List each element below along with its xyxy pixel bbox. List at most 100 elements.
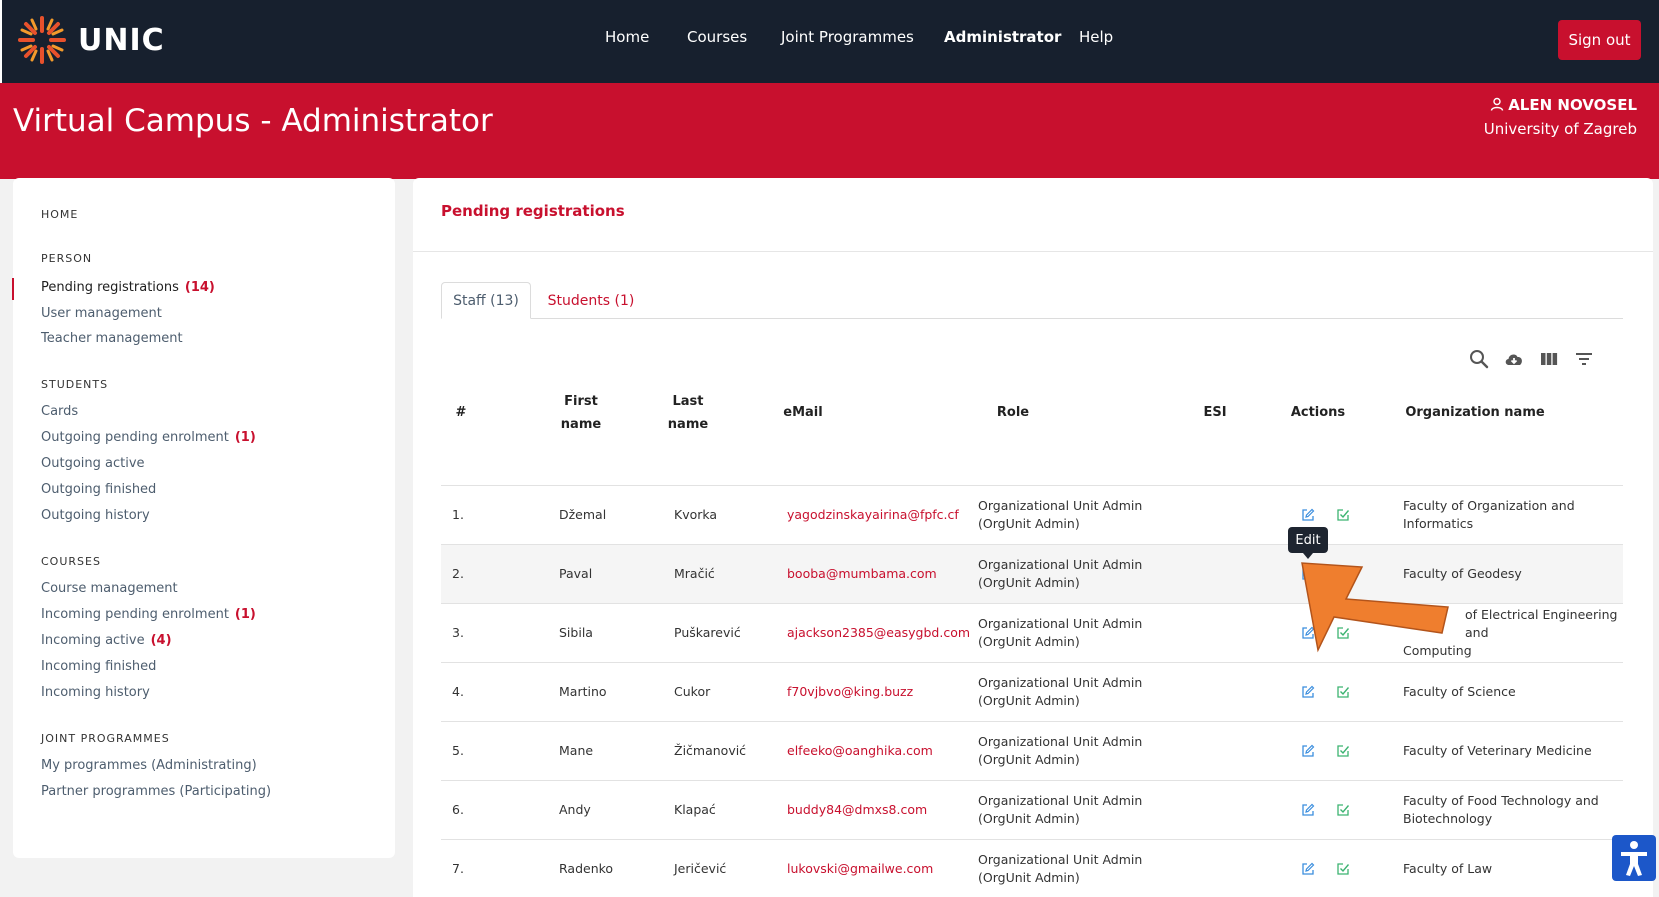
approve-icon[interactable] — [1336, 508, 1350, 522]
cell-email[interactable]: lukovski@gmailwe.com — [787, 840, 933, 897]
sidebar-heading-courses: COURSES — [41, 555, 101, 568]
approve-icon[interactable] — [1336, 803, 1350, 817]
nav-joint-programmes[interactable]: Joint Programmes — [781, 28, 914, 46]
sidebar-item-outgoing-history[interactable]: Outgoing history — [41, 508, 150, 523]
cell-last-name: Klapać — [674, 802, 716, 817]
sidebar-item-incoming-finished[interactable]: Incoming finished — [41, 659, 156, 674]
cell-role: Organizational Unit Admin (OrgUnit Admin) — [978, 722, 1142, 780]
cell-role: Organizational Unit Admin (OrgUnit Admin) — [978, 545, 1142, 603]
edit-icon[interactable] — [1301, 862, 1315, 876]
count-badge: (4) — [150, 633, 172, 648]
column-header-organization-name[interactable]: Organization name — [1405, 401, 1545, 424]
search-icon[interactable] — [1468, 348, 1490, 370]
approve-icon[interactable] — [1336, 685, 1350, 699]
table-row: 6. Andy Klapać buddy84@dmxs8.com Organiz… — [441, 780, 1623, 839]
sidebar-item-cards[interactable]: Cards — [41, 404, 78, 419]
sign-out-button[interactable]: Sign out — [1558, 20, 1641, 60]
main-panel: Pending registrations Staff (13) Student… — [413, 178, 1653, 897]
sidebar-item-course-management[interactable]: Course management — [41, 581, 178, 596]
brand-name: UNIC — [78, 22, 165, 58]
edit-icon[interactable] — [1301, 685, 1315, 699]
org-line: Faculty of Science — [1403, 684, 1516, 699]
cell-role: Organizational Unit Admin (OrgUnit Admin) — [978, 604, 1142, 662]
cell-email[interactable]: booba@mumbama.com — [787, 545, 937, 603]
sidebar-item-outgoing-pending-enrolment[interactable]: Outgoing pending enrolment (1) — [41, 430, 256, 445]
unic-logo-icon — [18, 16, 66, 64]
cell-first-name: Sibila — [559, 625, 593, 640]
table-row: 4. Martino Cukor f70vjbvo@king.buzz Orga… — [441, 662, 1623, 721]
filter-icon[interactable] — [1573, 348, 1595, 370]
header-line: name — [560, 417, 602, 432]
page-header: Virtual Campus - Administrator ALEN NOVO… — [0, 83, 1659, 179]
role-line: Organizational Unit Admin — [978, 734, 1143, 749]
column-header-role[interactable]: Role — [983, 401, 1043, 424]
divider — [413, 251, 1653, 252]
edit-icon[interactable] — [1301, 744, 1315, 758]
org-line: Faculty of Veterinary Medicine — [1403, 743, 1592, 758]
approve-icon[interactable] — [1336, 744, 1350, 758]
column-header-esi[interactable]: ESI — [1195, 401, 1235, 424]
cell-email[interactable]: yagodzinskayairina@fpfc.cf — [787, 486, 959, 544]
cell-first-name: Paval — [559, 566, 593, 581]
sidebar-item-incoming-pending-enrolment[interactable]: Incoming pending enrolment (1) — [41, 607, 256, 622]
sidebar-item-incoming-history[interactable]: Incoming history — [41, 685, 150, 700]
cell-email[interactable]: f70vjbvo@king.buzz — [787, 663, 913, 721]
sidebar-heading-joint-programmes: JOINT PROGRAMMES — [41, 732, 170, 745]
sidebar-item-partner-programmes[interactable]: Partner programmes (Participating) — [41, 784, 271, 799]
columns-icon[interactable] — [1538, 348, 1560, 370]
tab-staff[interactable]: Staff (13) — [441, 282, 531, 319]
cell-email[interactable]: ajackson2385@easygbd.com — [787, 604, 970, 662]
edit-icon[interactable] — [1301, 803, 1315, 817]
sidebar-item-outgoing-active[interactable]: Outgoing active — [41, 456, 145, 471]
org-line: Faculty of Food Technology and — [1403, 793, 1599, 808]
cell-role: Organizational Unit Admin (OrgUnit Admin) — [978, 663, 1142, 721]
sidebar-item-teacher-management[interactable]: Teacher management — [41, 331, 183, 346]
cell-organization: Faculty of Science — [1403, 663, 1516, 721]
sidebar-home[interactable]: HOME — [41, 208, 78, 221]
org-line: Biotechnology — [1403, 811, 1493, 826]
user-info[interactable]: ALEN NOVOSEL University of Zagreb — [1484, 93, 1637, 141]
nav-administrator[interactable]: Administrator — [944, 28, 1061, 46]
role-line: (OrgUnit Admin) — [978, 811, 1080, 826]
column-header-first-name[interactable]: First name — [541, 390, 621, 436]
column-header-email[interactable]: eMail — [773, 401, 833, 424]
user-name: ALEN NOVOSEL — [1508, 96, 1637, 114]
sidebar-item-label: Pending registrations — [41, 280, 179, 295]
tab-students[interactable]: Students (1) — [541, 282, 641, 319]
nav-courses[interactable]: Courses — [687, 28, 747, 46]
sidebar-item-my-programmes[interactable]: My programmes (Administrating) — [41, 758, 257, 773]
cell-number: 3. — [452, 625, 464, 640]
sidebar-item-user-management[interactable]: User management — [41, 306, 162, 321]
cell-number: 7. — [452, 861, 464, 876]
sidebar-item-incoming-active[interactable]: Incoming active (4) — [41, 633, 172, 648]
cell-role: Organizational Unit Admin (OrgUnit Admin) — [978, 486, 1142, 544]
cell-organization: Faculty of Veterinary Medicine — [1403, 722, 1592, 780]
role-line: Organizational Unit Admin — [978, 616, 1143, 631]
edit-icon[interactable] — [1301, 508, 1315, 522]
accessibility-button[interactable] — [1612, 835, 1656, 881]
column-header-last-name[interactable]: Last name — [653, 390, 723, 436]
sidebar-item-pending-registrations[interactable]: Pending registrations (14) — [41, 280, 215, 295]
approve-icon[interactable] — [1336, 862, 1350, 876]
cell-email[interactable]: elfeeko@oanghika.com — [787, 722, 933, 780]
header-line: Last — [672, 394, 704, 409]
org-line: Faculty of Organization and — [1403, 498, 1575, 513]
pointer-arrow-icon — [1301, 562, 1449, 653]
role-line: (OrgUnit Admin) — [978, 870, 1080, 885]
cell-last-name: Jeričević — [674, 861, 727, 876]
table-row: 1. Džemal Kvorka yagodzinskayairina@fpfc… — [441, 485, 1623, 544]
sidebar-item-label: Incoming pending enrolment — [41, 607, 229, 622]
cell-last-name: Žičmanović — [674, 743, 747, 758]
cell-email[interactable]: buddy84@dmxs8.com — [787, 781, 927, 839]
nav-home[interactable]: Home — [605, 28, 649, 46]
user-icon — [1491, 97, 1504, 111]
accessibility-icon — [1621, 841, 1647, 876]
sidebar-item-outgoing-finished[interactable]: Outgoing finished — [41, 482, 156, 497]
column-header-number[interactable]: # — [451, 401, 471, 424]
cell-role: Organizational Unit Admin (OrgUnit Admin) — [978, 781, 1142, 839]
cloud-download-icon[interactable] — [1503, 348, 1525, 370]
sidebar-heading-person: PERSON — [41, 252, 93, 265]
nav-help[interactable]: Help — [1079, 28, 1113, 46]
org-line: Faculty of Law — [1403, 861, 1493, 876]
brand-logo[interactable]: UNIC — [16, 14, 165, 66]
